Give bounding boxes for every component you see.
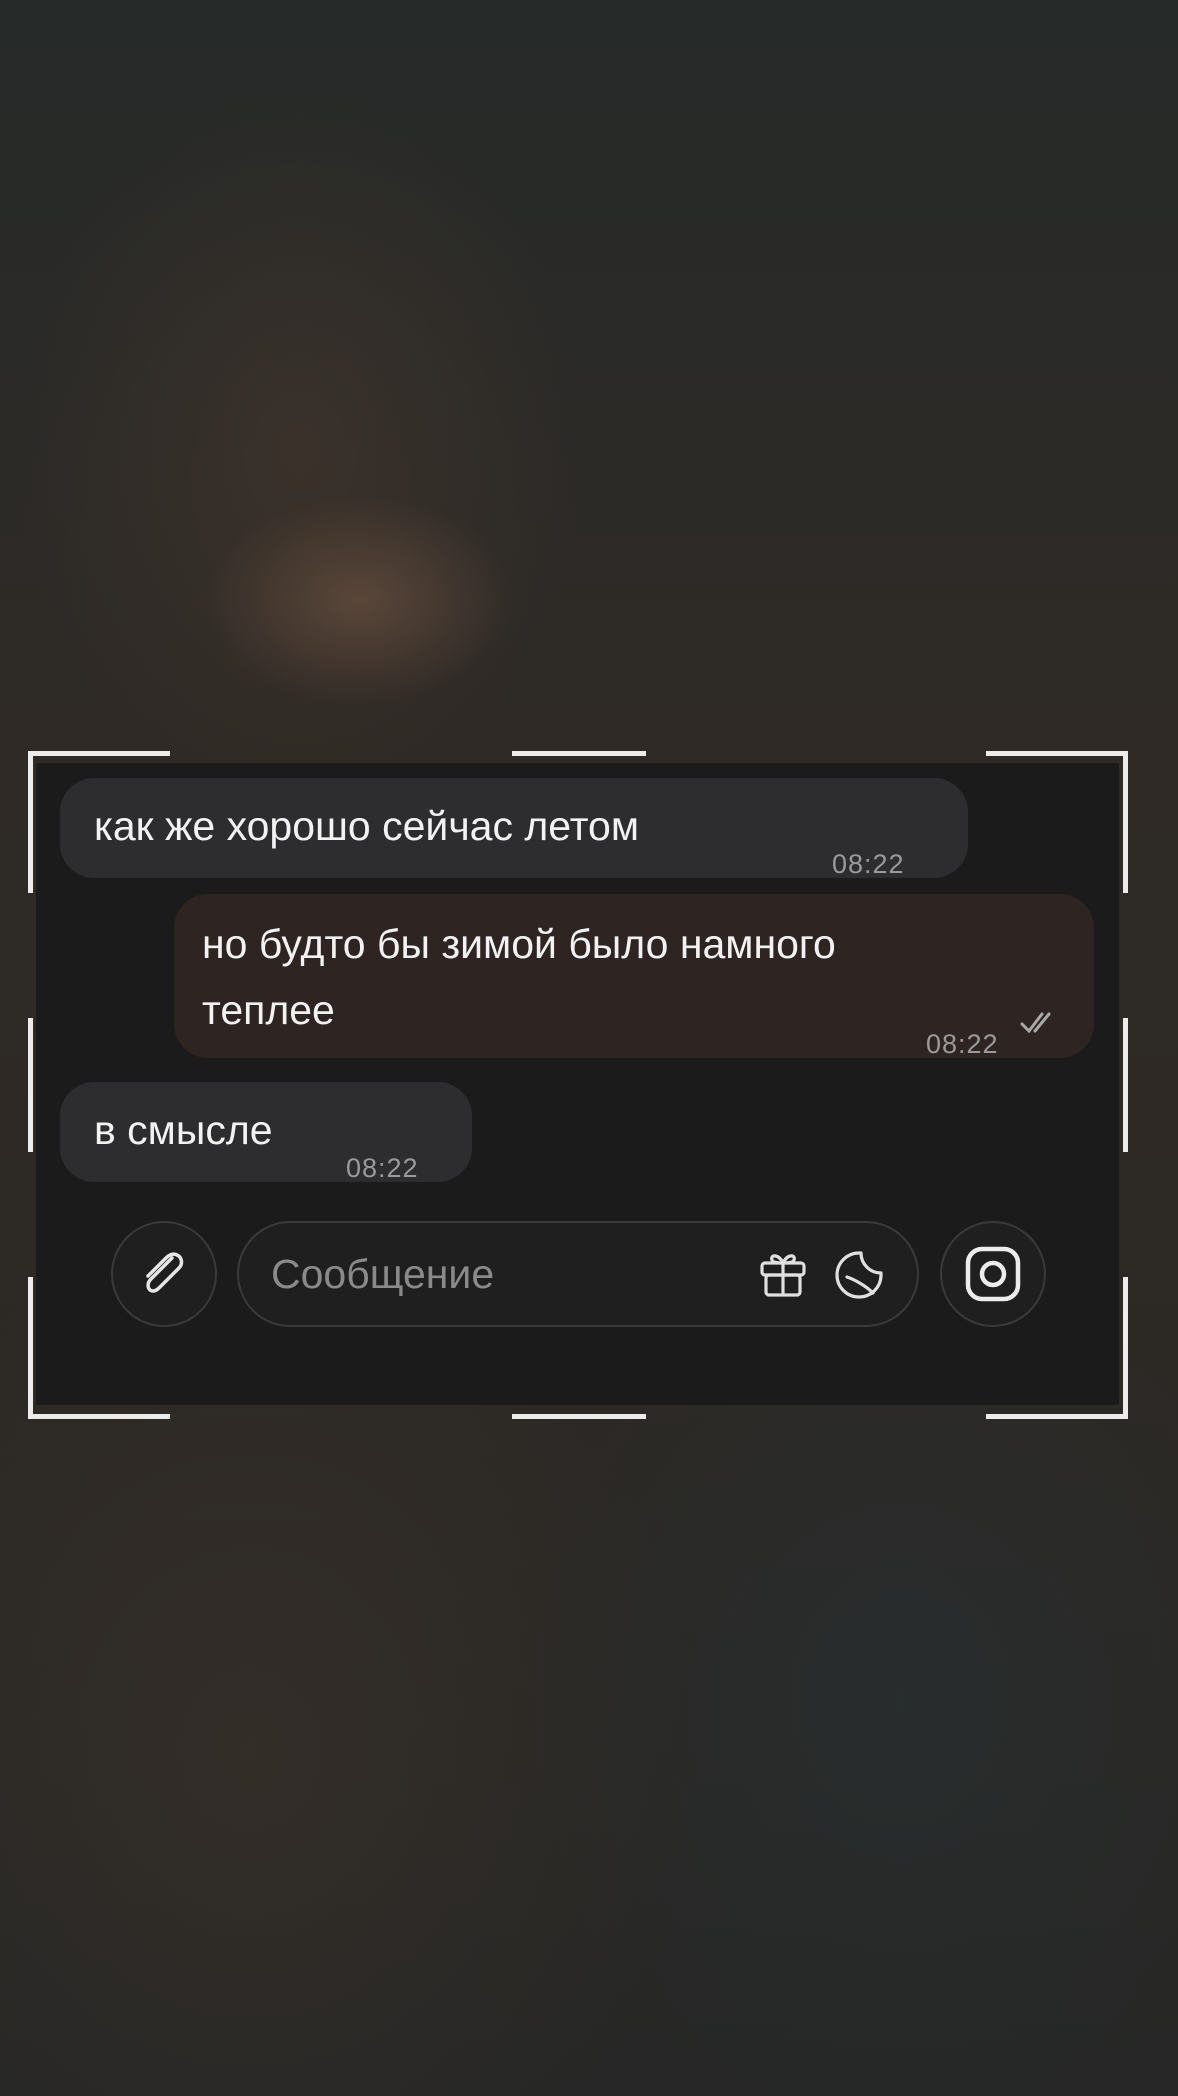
message-time: 08:22: [832, 849, 905, 879]
message-time: 08:22: [926, 1029, 999, 1059]
message-bubble-outgoing[interactable]: но будто бы зимой было намного теплее 08…: [174, 894, 1094, 1059]
paperclip-icon: [146, 1252, 184, 1293]
camera-icon: [965, 1246, 1021, 1302]
message-input-placeholder: Сообщение: [271, 1251, 495, 1297]
attach-button[interactable]: [111, 1221, 217, 1327]
message-bubble-incoming[interactable]: как же хорошо сейчас летом 08:22: [60, 778, 968, 879]
gift-icon[interactable]: [754, 1245, 812, 1303]
message-input[interactable]: Сообщение: [237, 1221, 919, 1327]
message-time: 08:22: [346, 1153, 419, 1183]
camera-button[interactable]: [940, 1221, 1046, 1327]
sticker-icon[interactable]: [831, 1247, 887, 1303]
message-bubble-incoming[interactable]: в смысле 08:22: [60, 1082, 472, 1183]
message-text-line1: но будто бы зимой было намного: [202, 921, 836, 967]
message-text-line2: теплее: [202, 987, 335, 1033]
message-text: как же хорошо сейчас летом: [94, 803, 640, 849]
double-check-icon: [1020, 1012, 1051, 1034]
message-text: в смысле: [94, 1107, 273, 1153]
